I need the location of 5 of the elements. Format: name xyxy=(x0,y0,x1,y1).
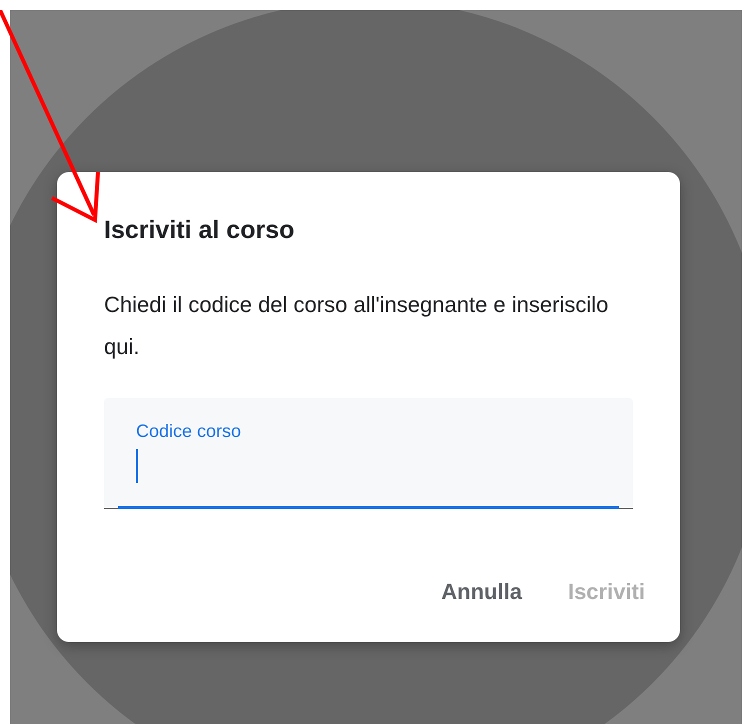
text-cursor-icon xyxy=(136,449,138,483)
dialog-title: Iscriviti al corso xyxy=(104,215,296,246)
dialog-message: Chiedi il codice del corso all'insegnante e inseriscilo qui. xyxy=(104,291,610,361)
cancel-button[interactable]: Annulla xyxy=(429,567,534,616)
course-code-field[interactable]: Codice corso xyxy=(104,398,633,509)
